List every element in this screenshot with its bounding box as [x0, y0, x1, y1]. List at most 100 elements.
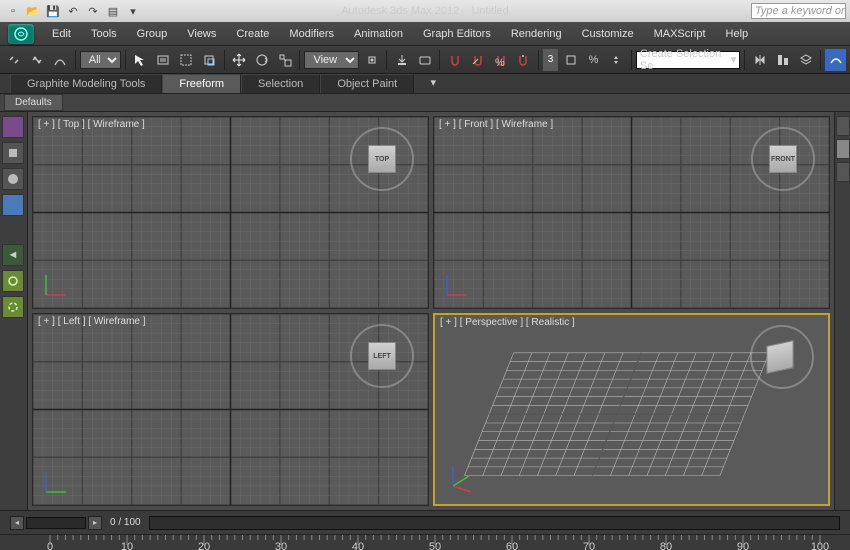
window-crossing-icon[interactable]: [199, 49, 220, 71]
curve-editor-icon[interactable]: [825, 49, 846, 71]
nav-tool-1-icon[interactable]: ◄: [2, 244, 24, 266]
unlink-icon[interactable]: [27, 49, 48, 71]
brush-tool-icon[interactable]: [2, 116, 24, 138]
save-file-icon[interactable]: 💾: [44, 3, 62, 19]
redo-icon[interactable]: ↷: [84, 3, 102, 19]
select-by-name-icon[interactable]: [153, 49, 174, 71]
scroll-left-icon[interactable]: ◂: [10, 516, 24, 530]
panel-hierarchy-icon[interactable]: [836, 162, 850, 182]
menu-graph-editors[interactable]: Graph Editors: [413, 24, 501, 44]
svg-text:60: 60: [506, 541, 518, 550]
select-move-icon[interactable]: [229, 49, 250, 71]
menu-group[interactable]: Group: [127, 24, 178, 44]
menu-tools[interactable]: Tools: [81, 24, 127, 44]
menu-customize[interactable]: Customize: [572, 24, 644, 44]
menu-views[interactable]: Views: [177, 24, 226, 44]
defaults-panel-tab[interactable]: Defaults: [4, 94, 63, 111]
selection-filter-dropdown[interactable]: All: [80, 51, 121, 69]
primitive-box-icon[interactable]: [2, 142, 24, 164]
panel-modify-icon[interactable]: [836, 139, 850, 159]
named-selection-dropdown[interactable]: Create Selection Se▾: [636, 51, 741, 69]
menu-create[interactable]: Create: [226, 24, 279, 44]
panel-create-icon[interactable]: [836, 116, 850, 136]
menu-animation[interactable]: Animation: [344, 24, 413, 44]
bind-icon[interactable]: [50, 49, 71, 71]
svg-text:20: 20: [198, 541, 210, 550]
viewcube[interactable]: FRONT: [761, 137, 805, 181]
viewcube[interactable]: TOP: [360, 137, 404, 181]
svg-text:40: 40: [352, 541, 364, 550]
ribbon-expand-icon[interactable]: ▾: [422, 71, 444, 93]
percent-icon[interactable]: %: [583, 49, 604, 71]
select-region-icon[interactable]: [176, 49, 197, 71]
shape-tool-icon[interactable]: [2, 194, 24, 216]
qat-dropdown-icon[interactable]: ▾: [124, 3, 142, 19]
menu-maxscript[interactable]: MAXScript: [644, 24, 716, 44]
select-object-icon[interactable]: [130, 49, 151, 71]
project-icon[interactable]: ▤: [104, 3, 122, 19]
spinner-icon[interactable]: [606, 49, 627, 71]
pivot-center-icon[interactable]: [361, 49, 382, 71]
app-logo-icon[interactable]: [8, 24, 34, 44]
open-file-icon[interactable]: 📂: [24, 3, 42, 19]
nav-tool-2-icon[interactable]: [2, 270, 24, 292]
tab-graphite-modeling[interactable]: Graphite Modeling Tools: [10, 74, 162, 93]
select-rotate-icon[interactable]: [252, 49, 273, 71]
axis-tripod-icon: [41, 467, 71, 497]
time-slider-bar: ◂ ▸ 0 / 100: [0, 510, 850, 534]
keyboard-shortcut-icon[interactable]: [414, 49, 435, 71]
ref-coord-dropdown[interactable]: View: [304, 51, 359, 69]
scroll-track[interactable]: [26, 517, 86, 529]
undo-icon[interactable]: ↶: [64, 3, 82, 19]
viewport-top[interactable]: [ + ] [ Top ] [ Wireframe ] TOP: [32, 116, 429, 309]
main-area: ◄ [ + ] [ Top ] [ Wireframe ] TOP [ + ] …: [0, 112, 850, 510]
document-name: Untitled: [471, 5, 508, 17]
tab-freeform[interactable]: Freeform: [162, 74, 241, 93]
ribbon-tab-strip: Graphite Modeling Tools Freeform Selecti…: [0, 74, 850, 94]
help-search-input[interactable]: Type a keyword or p: [751, 3, 846, 19]
scroll-right-icon[interactable]: ▸: [88, 516, 102, 530]
tab-selection[interactable]: Selection: [241, 74, 320, 93]
svg-text:30: 30: [275, 541, 287, 550]
axis-constraint-badge[interactable]: 3: [543, 49, 558, 71]
svg-text:50: 50: [429, 541, 441, 550]
menu-edit[interactable]: Edit: [42, 24, 81, 44]
svg-text:100: 100: [811, 541, 829, 550]
viewcube[interactable]: LEFT: [360, 334, 404, 378]
nav-tool-3-icon[interactable]: [2, 296, 24, 318]
title-bar: ▫ 📂 💾 ↶ ↷ ▤ ▾ Autodesk 3ds Max 2012 Unti…: [0, 0, 850, 22]
snap-toggle-icon[interactable]: [444, 49, 465, 71]
right-command-panel: [834, 112, 850, 510]
viewcube[interactable]: [760, 335, 804, 379]
ribbon-panel-bar: Defaults: [0, 94, 850, 112]
main-toolbar: All View % 3 % Create Selection Se▾: [0, 46, 850, 74]
new-file-icon[interactable]: ▫: [4, 3, 22, 19]
spinner-snap-icon[interactable]: [513, 49, 534, 71]
viewport-label[interactable]: [ + ] [ Front ] [ Wireframe ]: [439, 119, 553, 130]
edged-faces-icon[interactable]: [560, 49, 581, 71]
percent-snap-icon[interactable]: %: [490, 49, 511, 71]
select-scale-icon[interactable]: [275, 49, 296, 71]
viewport-perspective[interactable]: [ + ] [ Perspective ] [ Realistic ]: [433, 313, 830, 506]
link-icon[interactable]: [4, 49, 25, 71]
angle-snap-icon[interactable]: [467, 49, 488, 71]
tab-object-paint[interactable]: Object Paint: [320, 74, 414, 93]
manipulate-icon[interactable]: [391, 49, 412, 71]
time-ruler[interactable]: 0102030405060708090100: [0, 534, 850, 550]
axis-tripod-icon: [442, 270, 472, 300]
time-slider-track[interactable]: [149, 516, 840, 530]
viewport-front[interactable]: [ + ] [ Front ] [ Wireframe ] FRONT: [433, 116, 830, 309]
primitive-sphere-icon[interactable]: [2, 168, 24, 190]
align-icon[interactable]: [772, 49, 793, 71]
menu-rendering[interactable]: Rendering: [501, 24, 572, 44]
menu-help[interactable]: Help: [716, 24, 759, 44]
viewport-label[interactable]: [ + ] [ Perspective ] [ Realistic ]: [440, 317, 575, 328]
viewport-label[interactable]: [ + ] [ Top ] [ Wireframe ]: [38, 119, 145, 130]
menu-modifiers[interactable]: Modifiers: [279, 24, 344, 44]
svg-text:0: 0: [47, 541, 53, 550]
viewport-left[interactable]: [ + ] [ Left ] [ Wireframe ] LEFT: [32, 313, 429, 506]
mirror-icon[interactable]: [749, 49, 770, 71]
viewport-label[interactable]: [ + ] [ Left ] [ Wireframe ]: [38, 316, 146, 327]
time-scrollbar[interactable]: ◂ ▸: [10, 516, 102, 530]
layers-icon[interactable]: [795, 49, 816, 71]
